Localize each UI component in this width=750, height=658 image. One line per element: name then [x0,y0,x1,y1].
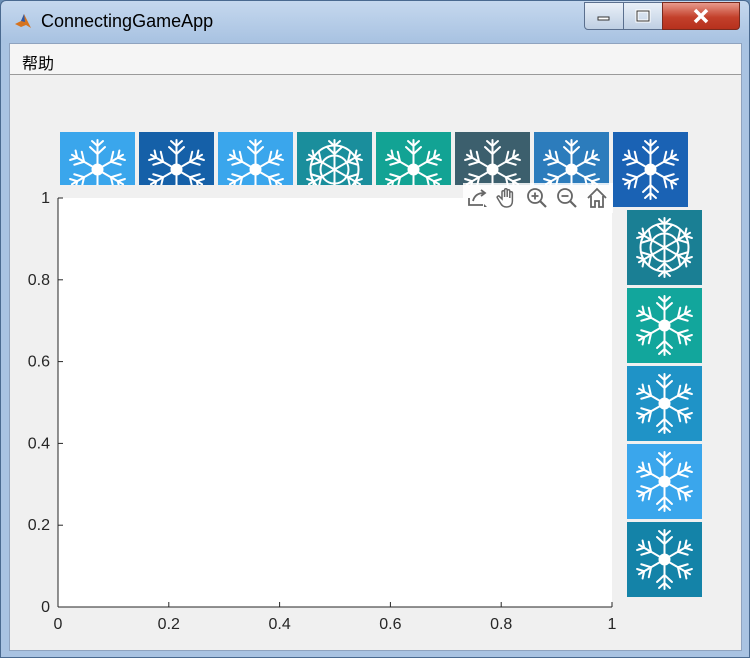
app-window: ConnectingGameApp 帮助 0 0.2 0.4 0.6 0.8 1 0 0.2 0… [0,0,750,658]
snowflake-icon [636,295,693,356]
tile-top-3[interactable] [218,132,293,185]
menu-bar: 帮助 [10,44,741,75]
snowflake-icon [636,451,693,512]
snowflake-icon [148,139,205,185]
title-bar[interactable]: ConnectingGameApp [1,1,749,41]
x-tick-label: 0.8 [490,616,512,633]
snowflake-icon [69,139,126,185]
tile-top-1[interactable] [60,132,135,185]
tile-top-5[interactable] [376,132,451,185]
snowflake-icon [385,139,442,185]
x-tick-label: 0.6 [379,616,401,633]
maximize-icon [635,9,651,23]
x-tick-label: 1 [608,616,617,633]
export-icon[interactable] [465,186,489,210]
mandala-snowflake-icon [306,139,363,185]
y-tick-label: 0.6 [28,354,50,371]
y-tick-label: 0.4 [28,435,50,452]
snowflake-icon [636,529,693,590]
tile-top-7[interactable] [534,132,609,185]
x-tick-label: 0.2 [158,616,180,633]
tile-right-4[interactable] [627,444,702,519]
snowflake-icon [464,139,521,185]
y-tick-label: 1 [41,190,50,207]
y-tick-label: 0.8 [28,272,50,289]
home-icon[interactable] [585,186,609,210]
tile-top-2[interactable] [139,132,214,185]
snowflake-icon [227,139,284,185]
y-tick-label: 0 [41,599,50,616]
snowflake-icon [622,139,679,200]
close-icon [693,8,709,24]
maximize-button[interactable] [623,2,663,30]
x-tick-label: 0 [54,616,63,633]
x-tick-label: 0.4 [268,616,290,633]
tile-right-2[interactable] [627,288,702,363]
tile-right-5[interactable] [627,522,702,597]
tile-right-1[interactable] [627,210,702,285]
menu-help[interactable]: 帮助 [16,48,60,76]
snowflake-icon [543,139,600,185]
tile-top-6[interactable] [455,132,530,185]
tile-top-4[interactable] [297,132,372,185]
pan-hand-icon[interactable] [495,186,519,210]
window-title: ConnectingGameApp [41,11,214,31]
tile-right-3[interactable] [627,366,702,441]
mandala-snowflake-icon [636,217,693,278]
close-button[interactable] [662,2,740,30]
matlab-logo-icon [15,14,31,28]
client-area: 帮助 0 0.2 0.4 0.6 0.8 1 0 0.2 0.4 0.6 0.8 1 [9,43,742,651]
tile-top-8[interactable] [613,132,688,207]
axes-plot-area[interactable] [58,198,612,607]
snowflake-icon [636,373,693,434]
zoom-out-icon[interactable] [555,186,579,210]
axes-toolbar [463,183,613,213]
minimize-button[interactable] [584,2,624,30]
y-tick-label: 0.2 [28,517,50,534]
minimize-icon [597,16,610,21]
zoom-in-icon[interactable] [525,186,549,210]
